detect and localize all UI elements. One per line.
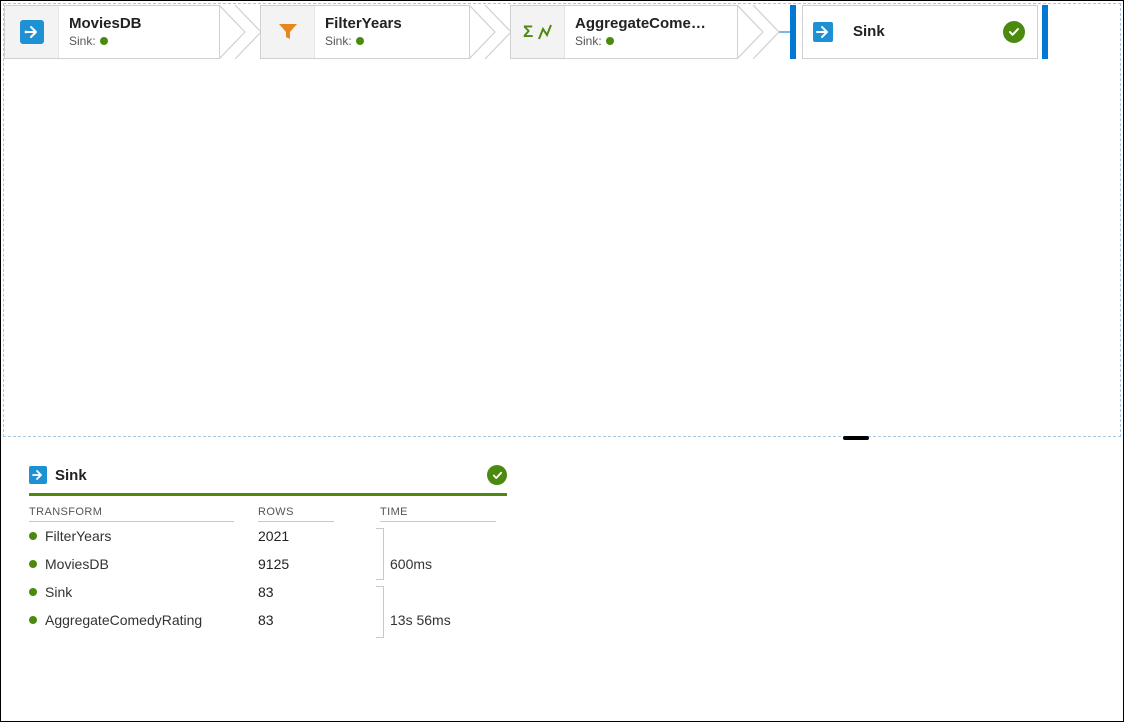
- selection-bar-right: [1042, 5, 1048, 59]
- success-check-icon: [487, 465, 507, 485]
- chevron-connector-icon: [470, 4, 510, 60]
- node-subtitle: Sink:: [69, 34, 142, 49]
- status-dot-icon: [29, 560, 37, 568]
- chevron-connector-icon: [220, 4, 260, 60]
- app-root: MoviesDB Sink:: [0, 0, 1124, 722]
- status-dot-icon: [606, 37, 614, 45]
- pipeline-node-filteryears[interactable]: FilterYears Sink:: [260, 4, 510, 60]
- details-column-headers: TRANSFORM ROWS TIME: [29, 504, 509, 522]
- column-header-time[interactable]: TIME: [380, 504, 496, 522]
- status-dot-icon: [29, 532, 37, 540]
- panel-resize-handle[interactable]: [3, 437, 1121, 443]
- details-rows: FilterYears 2021 MoviesDB 9125 600ms Sin…: [29, 522, 509, 634]
- node-title: AggregateComedyR...: [575, 15, 707, 34]
- svg-text:Σ: Σ: [523, 22, 533, 41]
- pipeline-graph: MoviesDB Sink:: [4, 4, 1120, 60]
- table-row[interactable]: AggregateComedyRating 83 13s 56ms: [29, 606, 509, 634]
- time-bracket-icon: [376, 586, 384, 638]
- table-row[interactable]: Sink 83: [29, 578, 509, 606]
- status-dot-icon: [356, 37, 364, 45]
- table-row[interactable]: FilterYears 2021: [29, 522, 509, 550]
- details-header: Sink: [29, 465, 507, 496]
- success-check-icon: [1003, 21, 1025, 43]
- status-dot-icon: [29, 588, 37, 596]
- sink-icon: [803, 6, 843, 58]
- pipeline-node-sink[interactable]: Sink: [790, 4, 1048, 60]
- node-title: Sink: [853, 23, 885, 42]
- column-header-rows[interactable]: ROWS: [258, 504, 334, 522]
- filter-icon: [261, 6, 315, 58]
- pipeline-node-aggregate[interactable]: Σ AggregateComedyR... Sink:: [510, 4, 778, 60]
- node-title: FilterYears: [325, 15, 402, 34]
- details-title: Sink: [55, 467, 87, 484]
- source-icon: [5, 6, 59, 58]
- details-panel: Sink TRANSFORM ROWS TIME FilterYears 202…: [3, 443, 1121, 719]
- status-dot-icon: [29, 616, 37, 624]
- dataflow-canvas[interactable]: MoviesDB Sink:: [3, 3, 1121, 437]
- status-dot-icon: [100, 37, 108, 45]
- aggregate-icon: Σ: [511, 6, 565, 58]
- time-bracket-icon: [376, 528, 384, 580]
- pipeline-node-moviesdb[interactable]: MoviesDB Sink:: [4, 4, 260, 60]
- node-subtitle: Sink:: [325, 34, 402, 49]
- table-row[interactable]: MoviesDB 9125 600ms: [29, 550, 509, 578]
- node-title: MoviesDB: [69, 15, 142, 34]
- sink-icon: [29, 466, 47, 484]
- chevron-connector-icon: [738, 4, 778, 60]
- node-subtitle: Sink:: [575, 34, 707, 49]
- column-header-transform[interactable]: TRANSFORM: [29, 504, 234, 522]
